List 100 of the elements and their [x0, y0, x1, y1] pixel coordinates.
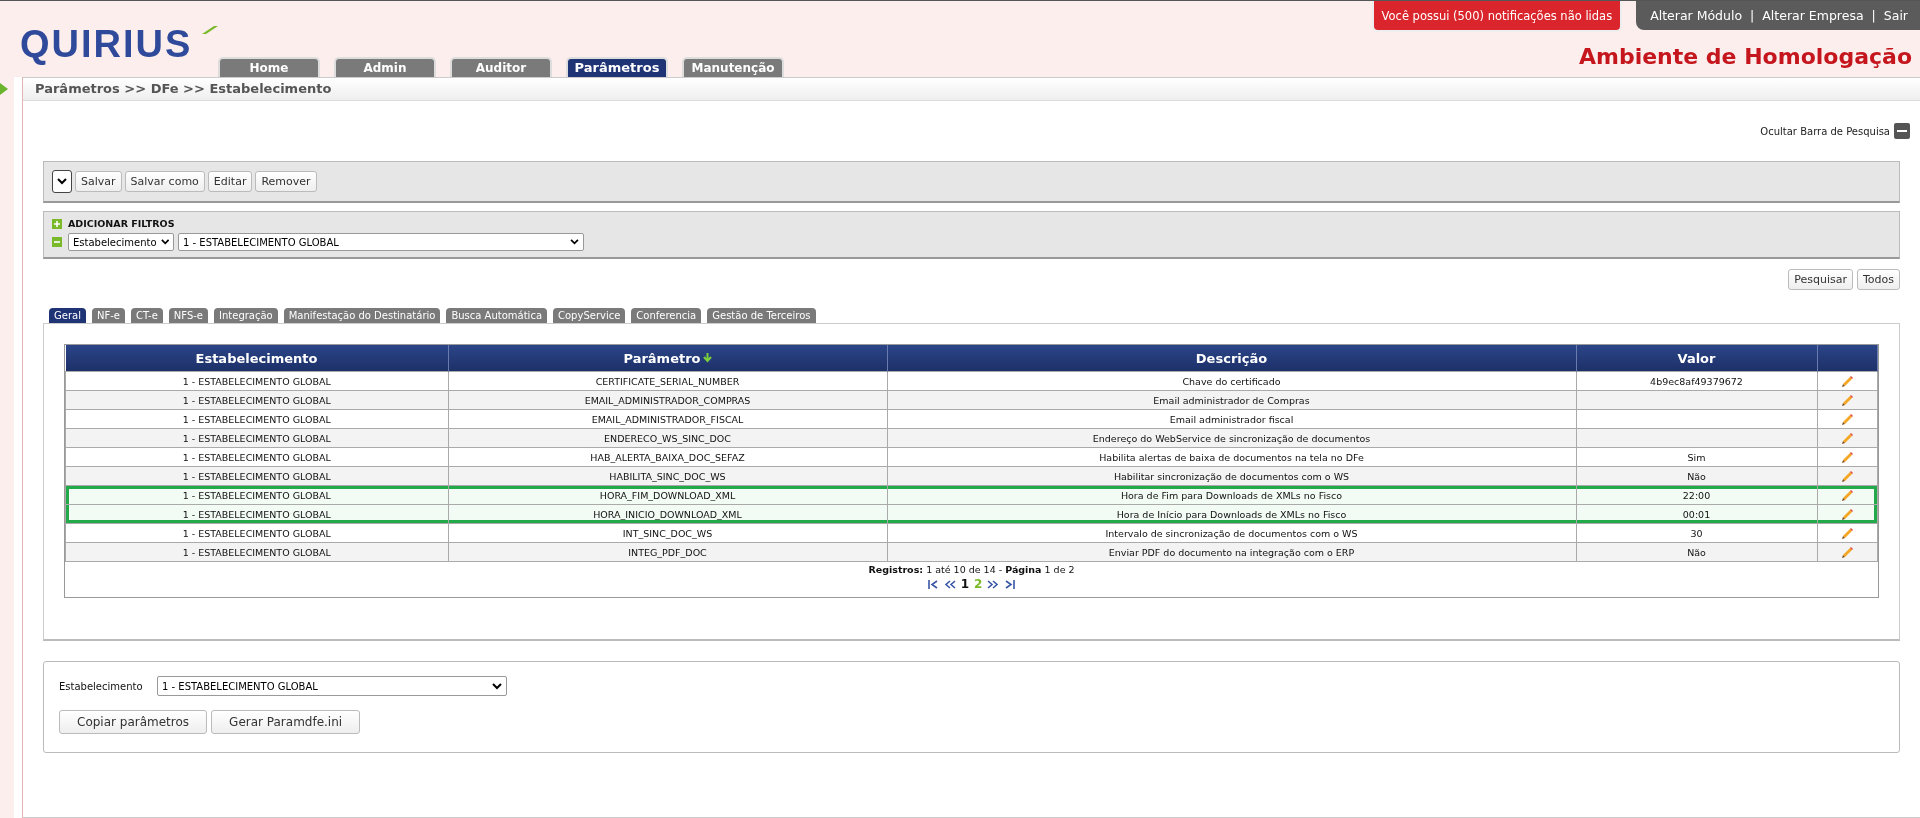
first-page-icon[interactable] — [927, 579, 939, 589]
nav-tab[interactable]: Admin — [334, 57, 436, 77]
table-cell: ENDERECO_WS_SINC_DOC — [604, 432, 731, 444]
table-cell: Enviar PDF do documento na integração com o ERP — [1108, 546, 1355, 558]
edit-pencil-icon[interactable] — [1840, 450, 1854, 464]
top-link[interactable]: Alterar Empresa — [1762, 8, 1864, 23]
table-cell: 00:01 — [1682, 508, 1711, 520]
table-cell: HORA_INICIO_DOWNLOAD_XML — [593, 508, 742, 520]
table-cell: HAB_ALERTA_BAIXA_DOC_SEFAZ — [590, 451, 745, 463]
tab[interactable]: CopyService — [553, 308, 626, 323]
filter-value-select[interactable]: 1 - ESTABELECIMENTO GLOBAL — [178, 233, 584, 251]
last-page-icon[interactable] — [1004, 579, 1016, 589]
link-separator: | — [1750, 8, 1755, 23]
filter-field-select[interactable]: Estabelecimento — [68, 233, 174, 251]
next-page-icon[interactable] — [987, 579, 1000, 589]
table-cell: 1 - ESTABELECIMENTO GLOBAL — [182, 470, 331, 482]
chevron-down-icon — [492, 682, 502, 690]
tab[interactable]: CT-e — [130, 308, 163, 323]
table-cell: HABILITA_SINC_DOC_WS — [609, 470, 726, 482]
nav-tab[interactable]: Auditor — [450, 57, 552, 77]
establishment-select[interactable]: 1 - ESTABELECIMENTO GLOBAL — [157, 676, 507, 696]
dropdown-button[interactable] — [52, 170, 72, 193]
previous-page-icon[interactable] — [943, 579, 956, 589]
toolbar-button[interactable]: Editar — [207, 171, 253, 192]
action-button[interactable]: Copiar parâmetros — [59, 710, 208, 734]
chevron-down-icon — [57, 178, 67, 185]
top-link[interactable]: Alterar Módulo — [1650, 8, 1743, 23]
column-header[interactable]: Parâmetro — [448, 345, 887, 372]
table-cell: EMAIL_ADMINISTRADOR_COMPRAS — [584, 394, 751, 406]
table-cell: 1 - ESTABELECIMENTO GLOBAL — [182, 394, 331, 406]
table-cell: Intervalo de sincronização de documentos com o WS — [1105, 527, 1358, 539]
edit-pencil-icon[interactable] — [1840, 374, 1854, 388]
edit-pencil-icon[interactable] — [1840, 545, 1854, 559]
nav-tab[interactable]: Parâmetros — [566, 57, 668, 77]
table-cell: Habilita alertas de baixa de documentos na tela no DFe — [1099, 451, 1364, 463]
tab[interactable]: NFS-e — [168, 308, 209, 323]
remove-icon[interactable] — [52, 237, 62, 247]
tab[interactable]: Busca Automática — [446, 308, 547, 323]
chevron-down-icon — [570, 239, 579, 245]
toolbar-button[interactable]: Remover — [255, 171, 317, 192]
table-cell: EMAIL_ADMINISTRADOR_FISCAL — [591, 413, 744, 425]
tab[interactable]: Conferencia — [631, 308, 702, 323]
column-header — [1817, 345, 1878, 372]
expand-arrow-icon[interactable] — [0, 83, 8, 95]
edit-pencil-icon[interactable] — [1840, 488, 1854, 502]
table-cell: 1 - ESTABELECIMENTO GLOBAL — [182, 508, 331, 520]
column-header[interactable]: Descrição — [887, 345, 1576, 372]
tab[interactable]: Integração — [214, 308, 278, 323]
table-cell: Não — [1687, 546, 1706, 558]
nav-tab[interactable]: Home — [218, 57, 320, 77]
table-cell: INT_SINC_DOC_WS — [622, 527, 713, 539]
table-cell: 30 — [1690, 527, 1703, 539]
filters-title: ADICIONAR FILTROS — [68, 218, 175, 229]
action-button[interactable]: Gerar Paramdfe.ini — [211, 710, 361, 734]
hide-search-label: Ocultar Barra de Pesquisa — [1760, 125, 1890, 137]
table-cell: INTEG_PDF_DOC — [628, 546, 707, 558]
toolbar-button[interactable]: Salvar — [75, 171, 122, 192]
search-button[interactable]: Pesquisar — [1788, 269, 1853, 290]
search-button[interactable]: Todos — [1856, 269, 1900, 290]
chevron-down-icon — [160, 239, 169, 245]
table-cell: HORA_FIM_DOWNLOAD_XML — [599, 489, 736, 501]
table-cell: Email administrador fiscal — [1169, 413, 1294, 425]
table-cell: Hora de Início para Downloads de XMLs no Fisco — [1116, 508, 1347, 520]
table-cell: 22:00 — [1682, 489, 1711, 501]
tab[interactable]: Geral — [49, 308, 86, 323]
edit-pencil-icon[interactable] — [1840, 431, 1854, 445]
table-cell: 1 - ESTABELECIMENTO GLOBAL — [182, 413, 331, 425]
edit-pencil-icon[interactable] — [1840, 507, 1854, 521]
table-cell: 1 - ESTABELECIMENTO GLOBAL — [182, 546, 331, 558]
tab[interactable]: Gestão de Terceiros — [707, 308, 816, 323]
table-cell: Hora de Fim para Downloads de XMLs no Fisco — [1120, 489, 1343, 501]
edit-pencil-icon[interactable] — [1840, 393, 1854, 407]
nav-tab[interactable]: Manutenção — [682, 57, 784, 77]
notification-button[interactable]: Você possui (500) notificações não lidas — [1371, 1, 1623, 32]
table-cell: 1 - ESTABELECIMENTO GLOBAL — [182, 527, 331, 539]
table-cell: 4b9ec8af49379672 — [1650, 375, 1743, 387]
table-cell: Não — [1687, 470, 1706, 482]
column-header[interactable]: Estabelecimento — [65, 345, 448, 372]
page-link[interactable]: 1 — [960, 577, 969, 591]
table-cell: Endereço do WebService de sincronização de documentos — [1092, 432, 1371, 444]
edit-pencil-icon[interactable] — [1840, 412, 1854, 426]
top-link[interactable]: Sair — [1883, 8, 1908, 23]
table-cell: Chave do certificado — [1182, 375, 1281, 387]
tab[interactable]: NF-e — [91, 308, 125, 323]
table-cell: Habilitar sincronização de documentos com o WS — [1113, 470, 1350, 482]
table-cell: 1 - ESTABELECIMENTO GLOBAL — [182, 489, 331, 501]
table-cell: Sim — [1687, 451, 1706, 463]
add-icon[interactable] — [52, 218, 62, 229]
link-separator: | — [1871, 8, 1876, 23]
table-cell: CERTIFICATE_SERIAL_NUMBER — [595, 375, 740, 387]
table-cell: 1 - ESTABELECIMENTO GLOBAL — [182, 451, 331, 463]
edit-pencil-icon[interactable] — [1840, 469, 1854, 483]
column-header[interactable]: Valor — [1576, 345, 1817, 372]
collapse-button[interactable] — [1894, 123, 1910, 139]
tab[interactable]: Manifestação do Destinatário — [283, 308, 441, 323]
edit-pencil-icon[interactable] — [1840, 526, 1854, 540]
environment-title: Ambiente de Homologação — [1578, 44, 1912, 69]
records-summary: Registros: 1 até 10 de 14 - Página 1 de 2 — [868, 564, 1075, 575]
toolbar-button[interactable]: Salvar como — [124, 171, 205, 192]
field-label: Estabelecimento — [59, 680, 144, 692]
